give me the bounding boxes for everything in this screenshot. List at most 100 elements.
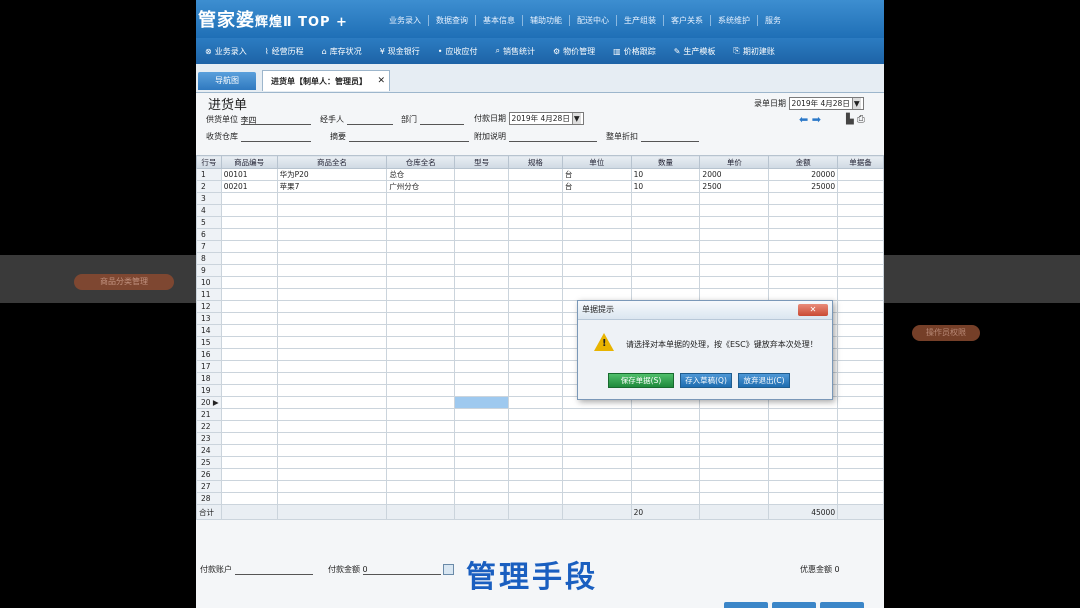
- column-header[interactable]: 单位: [561, 155, 632, 169]
- table-cell[interactable]: [630, 408, 701, 421]
- table-cell[interactable]: 10: [630, 168, 701, 181]
- table-cell[interactable]: [508, 240, 563, 253]
- table-cell[interactable]: [699, 480, 770, 493]
- table-cell[interactable]: [220, 216, 278, 229]
- table-cell[interactable]: [768, 228, 839, 241]
- table-cell[interactable]: 20000: [768, 168, 839, 181]
- table-cell[interactable]: [454, 456, 510, 469]
- table-cell[interactable]: [220, 264, 278, 277]
- table-row[interactable]: 6: [196, 228, 884, 241]
- table-cell[interactable]: [276, 456, 388, 469]
- table-cell[interactable]: [386, 432, 456, 445]
- table-cell[interactable]: [386, 192, 456, 205]
- table-cell[interactable]: [276, 468, 388, 481]
- table-cell[interactable]: [454, 444, 510, 457]
- table-cell[interactable]: [276, 492, 388, 505]
- table-cell[interactable]: [508, 324, 563, 337]
- table-cell[interactable]: [276, 192, 388, 205]
- table-cell[interactable]: [837, 168, 884, 181]
- table-cell[interactable]: 台: [561, 180, 632, 193]
- table-cell[interactable]: [386, 480, 456, 493]
- table-cell[interactable]: [508, 420, 563, 433]
- table-cell[interactable]: [768, 408, 839, 421]
- table-cell[interactable]: [768, 276, 839, 289]
- table-cell[interactable]: [561, 408, 632, 421]
- table-cell[interactable]: [220, 444, 278, 457]
- table-cell[interactable]: [837, 372, 884, 385]
- table-cell[interactable]: [561, 216, 632, 229]
- table-cell[interactable]: [454, 300, 510, 313]
- table-cell[interactable]: [837, 192, 884, 205]
- table-row[interactable]: 5: [196, 216, 884, 229]
- table-cell[interactable]: [454, 360, 510, 373]
- table-cell[interactable]: 10: [630, 180, 701, 193]
- table-row[interactable]: 28: [196, 492, 884, 505]
- table-cell[interactable]: [699, 240, 770, 253]
- table-cell[interactable]: [454, 492, 510, 505]
- table-cell[interactable]: [768, 456, 839, 469]
- top-menu-item[interactable]: 系统维护: [711, 15, 758, 26]
- table-cell[interactable]: [276, 360, 388, 373]
- table-cell[interactable]: [508, 444, 563, 457]
- table-cell[interactable]: [386, 240, 456, 253]
- table-cell[interactable]: [220, 252, 278, 265]
- top-menu-item[interactable]: 配送中心: [570, 15, 617, 26]
- next-arrow-icon[interactable]: ➡: [812, 113, 821, 126]
- table-cell[interactable]: [630, 204, 701, 217]
- column-header[interactable]: 金额: [768, 155, 839, 169]
- table-cell[interactable]: [768, 444, 839, 457]
- table-cell[interactable]: [220, 348, 278, 361]
- table-cell[interactable]: [837, 360, 884, 373]
- dept-input[interactable]: [419, 115, 464, 125]
- discard-exit-button[interactable]: 放弃退出(C): [738, 373, 790, 388]
- table-row[interactable]: 4: [196, 204, 884, 217]
- close-icon[interactable]: ✕: [798, 304, 828, 316]
- table-cell[interactable]: [699, 468, 770, 481]
- table-cell[interactable]: [699, 420, 770, 433]
- table-cell[interactable]: [508, 204, 563, 217]
- table-cell[interactable]: [386, 348, 456, 361]
- column-header[interactable]: 型号: [454, 155, 510, 169]
- toolbar-item[interactable]: ⎘ 期初建账: [724, 46, 783, 57]
- table-cell[interactable]: [561, 204, 632, 217]
- table-cell[interactable]: [454, 372, 510, 385]
- prev-arrow-icon[interactable]: ⬅: [799, 113, 808, 126]
- table-cell[interactable]: [768, 468, 839, 481]
- table-cell[interactable]: [276, 420, 388, 433]
- table-cell[interactable]: [454, 276, 510, 289]
- toolbar-item[interactable]: ✎ 生产模板: [665, 46, 725, 57]
- table-cell[interactable]: [561, 288, 632, 301]
- table-cell[interactable]: [837, 480, 884, 493]
- table-cell[interactable]: [630, 240, 701, 253]
- table-cell[interactable]: [630, 216, 701, 229]
- table-cell[interactable]: [837, 432, 884, 445]
- table-cell[interactable]: [768, 288, 839, 301]
- table-cell[interactable]: [454, 348, 510, 361]
- table-cell[interactable]: [768, 204, 839, 217]
- table-cell[interactable]: [454, 168, 510, 181]
- table-cell[interactable]: [276, 432, 388, 445]
- printer-icon[interactable]: ⎙: [857, 114, 865, 125]
- table-cell[interactable]: [386, 204, 456, 217]
- table-cell[interactable]: [768, 240, 839, 253]
- table-cell[interactable]: [386, 312, 456, 325]
- table-cell[interactable]: [454, 252, 510, 265]
- table-cell[interactable]: [386, 468, 456, 481]
- table-cell[interactable]: [220, 240, 278, 253]
- column-header[interactable]: 仓库全名: [386, 155, 456, 169]
- table-row[interactable]: 21: [196, 408, 884, 421]
- table-cell[interactable]: [454, 192, 510, 205]
- table-cell[interactable]: [508, 168, 563, 181]
- table-cell[interactable]: [837, 204, 884, 217]
- table-cell[interactable]: [276, 324, 388, 337]
- column-header[interactable]: 商品全名: [276, 155, 388, 169]
- column-header[interactable]: 规格: [508, 155, 563, 169]
- table-cell[interactable]: [508, 180, 563, 193]
- table-cell[interactable]: [276, 252, 388, 265]
- column-header[interactable]: 单价: [699, 155, 770, 169]
- table-cell[interactable]: [386, 228, 456, 241]
- table-cell[interactable]: [699, 288, 770, 301]
- warehouse-input[interactable]: [240, 132, 311, 142]
- table-cell[interactable]: [768, 264, 839, 277]
- table-cell[interactable]: 00201: [220, 180, 278, 193]
